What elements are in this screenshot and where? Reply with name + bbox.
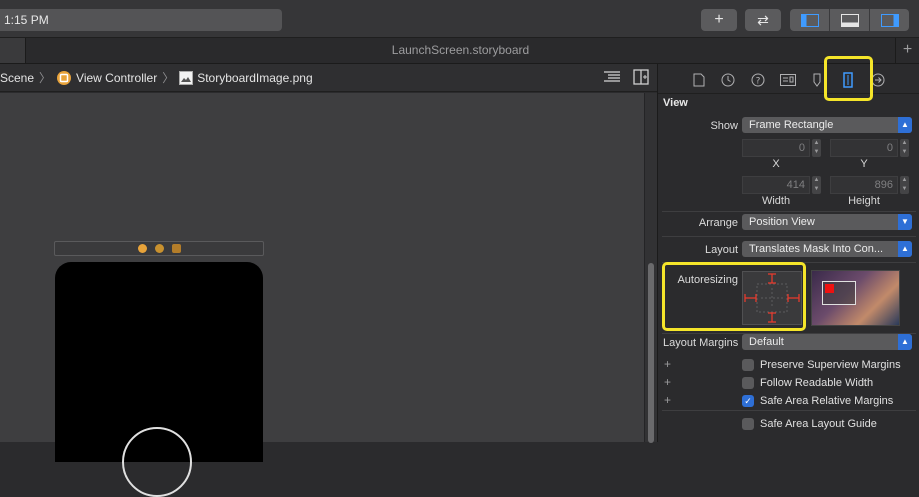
safe-area-layout-guide-checkbox[interactable]: Safe Area Layout Guide: [742, 417, 877, 431]
x-stepper[interactable]: ▲ ▼: [812, 139, 821, 157]
view-controller-icon: [57, 70, 72, 85]
show-popup[interactable]: Frame Rectangle ▲: [742, 117, 912, 133]
checkbox-box[interactable]: [742, 377, 754, 389]
breadcrumb-label: Scene: [0, 70, 35, 85]
bottom-panel-icon: [840, 13, 859, 27]
preview-view: [825, 284, 834, 293]
inspector-tab-bar: ?: [658, 56, 919, 101]
arrange-popup[interactable]: Position View ▼: [742, 214, 912, 230]
height-stepper[interactable]: ▲ ▼: [900, 176, 909, 194]
y-label: Y: [860, 158, 868, 170]
toggle-navigator-button[interactable]: [790, 9, 830, 31]
height-label: Height: [848, 195, 880, 207]
autoresizing-highlight: [662, 262, 806, 331]
checkbox-label: Safe Area Layout Guide: [760, 418, 877, 430]
checkbox-box[interactable]: [742, 359, 754, 371]
follow-readable-width-checkbox[interactable]: Follow Readable Width: [742, 376, 873, 390]
breadcrumb-label: StoryboardImage.png: [197, 70, 313, 85]
layout-label: Layout: [704, 244, 738, 256]
toolbar: 1:15 PM + ⇄: [0, 0, 919, 38]
checkbox-label: Follow Readable Width: [760, 377, 874, 389]
x-field[interactable]: 0: [742, 139, 810, 157]
preserve-superview-margins-checkbox[interactable]: Preserve Superview Margins: [742, 358, 901, 372]
safe-area-relative-margins-checkbox[interactable]: ✓ Safe Area Relative Margins: [742, 394, 893, 408]
layout-margins-label: Layout Margins: [663, 337, 739, 349]
chevron-right-icon: 〉: [39, 71, 52, 85]
y-field[interactable]: 0: [830, 139, 898, 157]
identity-inspector-icon[interactable]: [780, 72, 796, 88]
tab-previous[interactable]: [0, 38, 26, 63]
checkbox-label: Preserve Superview Margins: [760, 359, 901, 371]
checkbox-box[interactable]: [742, 418, 754, 430]
editor-tab-bar: LaunchScreen.storyboard +: [0, 38, 919, 64]
layout-value: Translates Mask Into Con...: [749, 243, 884, 255]
code-review-button[interactable]: ⇄: [745, 9, 781, 31]
panel-toggle-group: [790, 9, 909, 31]
chevron-down-icon: ▼: [898, 214, 912, 230]
x-label: X: [772, 158, 780, 170]
updown-arrows-icon: ▲: [898, 117, 912, 133]
size-inspector: ? View Show Frame Rectangle ▲ 0 ▲ ▼ 0 ▲ ▼ …: [657, 56, 919, 442]
add-variation-icon[interactable]: +: [664, 393, 671, 407]
add-variation-icon[interactable]: +: [664, 357, 671, 371]
checkmark-icon[interactable]: ✓: [742, 395, 754, 407]
breadcrumb-item-image[interactable]: StoryboardImage.png: [179, 70, 313, 85]
view-controller-icon[interactable]: [137, 244, 147, 253]
breadcrumb-label: View Controller: [76, 70, 158, 85]
exit-icon[interactable]: [171, 244, 181, 253]
width-label: Width: [761, 195, 791, 207]
preview-frame: [822, 281, 856, 305]
size-inspector-highlight: [824, 56, 873, 101]
section-title-view: View: [663, 97, 688, 109]
file-inspector-icon[interactable]: [691, 72, 707, 88]
checkbox-label: Safe Area Relative Margins: [760, 395, 894, 407]
chevron-right-icon: 〉: [162, 71, 175, 85]
right-panel-icon: [880, 13, 899, 27]
divider: [662, 236, 916, 237]
library-button[interactable]: +: [701, 9, 737, 31]
toggle-debug-area-button[interactable]: [830, 9, 870, 31]
updown-arrows-icon: ▲: [898, 241, 912, 257]
first-responder-icon[interactable]: [154, 244, 164, 253]
attributes-inspector-icon[interactable]: [809, 72, 825, 88]
height-field[interactable]: 896: [830, 176, 898, 194]
left-panel-icon: [800, 13, 819, 27]
autoresizing-preview: [811, 270, 900, 326]
show-label: Show: [710, 120, 738, 132]
storyboard-canvas[interactable]: [0, 93, 644, 497]
add-editor-icon[interactable]: [633, 69, 649, 85]
canvas-scrollbar[interactable]: [644, 93, 657, 443]
outline-list-icon[interactable]: [603, 69, 621, 85]
divider: [662, 211, 916, 212]
image-file-icon: [179, 70, 194, 85]
breadcrumb-item-scene[interactable]: Scene: [0, 71, 34, 85]
width-field[interactable]: 414: [742, 176, 810, 194]
width-stepper[interactable]: ▲ ▼: [812, 176, 821, 194]
divider: [662, 410, 916, 411]
tab-launchscreen-storyboard[interactable]: LaunchScreen.storyboard: [26, 38, 895, 63]
image-view[interactable]: [122, 427, 192, 497]
scrollbar-thumb[interactable]: [648, 263, 654, 443]
layout-margins-value: Default: [749, 336, 784, 348]
scene-dock[interactable]: [54, 241, 264, 256]
activity-status: 1:15 PM: [0, 9, 282, 31]
show-value: Frame Rectangle: [749, 119, 834, 131]
layout-popup[interactable]: Translates Mask Into Con... ▲: [742, 241, 912, 257]
y-stepper[interactable]: ▲ ▼: [900, 139, 909, 157]
svg-text:?: ?: [756, 77, 761, 87]
history-inspector-icon[interactable]: [720, 72, 736, 88]
layout-margins-popup[interactable]: Default ▲: [742, 334, 912, 350]
toggle-inspector-button[interactable]: [870, 9, 909, 31]
help-inspector-icon[interactable]: ?: [750, 72, 766, 88]
breadcrumb-item-view-controller[interactable]: View Controller: [56, 70, 157, 86]
breadcrumb: Scene 〉 View Controller 〉 StoryboardImag…: [0, 64, 657, 92]
arrange-label: Arrange: [698, 217, 738, 229]
updown-arrows-icon: ▲: [898, 334, 912, 350]
add-tab-button[interactable]: +: [895, 38, 919, 63]
arrange-value: Position View: [749, 216, 815, 228]
add-variation-icon[interactable]: +: [664, 375, 671, 389]
